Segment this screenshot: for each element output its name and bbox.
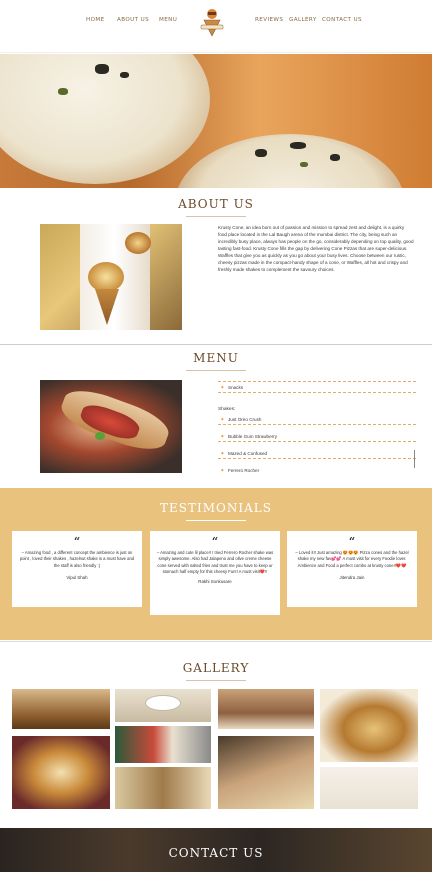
quote-icon: “	[348, 535, 356, 548]
testimonial-text: – Loved it!! Just amazing 😍😍😍 Pizza cone…	[295, 550, 409, 568]
nav-menu[interactable]: MENU	[159, 17, 177, 23]
menu-item-shake[interactable]: Mazed & Confused	[218, 448, 416, 459]
testimonial-author: Jitendra Jain	[339, 574, 365, 580]
hero-banner-image	[0, 54, 432, 188]
testimonial-author: Vipul Shah	[66, 574, 88, 580]
about-description: Krusty Cone, an idea born out of passion…	[218, 225, 414, 272]
section-divider	[0, 641, 432, 642]
gallery-title: GALLERY	[0, 661, 432, 675]
menu-item-shake[interactable]: Ferrero Rocher	[218, 465, 416, 476]
testimonial-card: “ – Amazing and cute lil place!! I tried…	[150, 531, 280, 615]
contact-title: CONTACT US	[168, 846, 264, 860]
menu-item-snacks[interactable]: Snacks	[218, 382, 416, 393]
nav-home[interactable]: HOME	[86, 17, 105, 23]
testimonial-text: – Amazing and cute lil place!! I tried F…	[156, 550, 274, 574]
quote-icon: “	[211, 535, 219, 548]
menu-wrap-image	[40, 380, 182, 473]
menu-list: Snacks Shakes: Just Oreo Crush Bubble Gu…	[218, 380, 416, 476]
about-cone-pizza-image	[40, 224, 182, 330]
nav-contact-us[interactable]: CONTACT US	[322, 17, 362, 23]
nav-reviews[interactable]: REVIEWS	[255, 17, 283, 23]
gallery-image[interactable]	[115, 689, 211, 722]
section-divider	[0, 344, 432, 345]
gallery-image[interactable]	[320, 689, 418, 762]
testimonial-card: “ – Amazing food , a different concept t…	[12, 531, 142, 607]
gallery-image[interactable]	[218, 736, 314, 809]
nav-divider	[0, 52, 432, 53]
gallery-image[interactable]	[320, 767, 418, 809]
gallery-image[interactable]	[218, 689, 314, 729]
gallery-image[interactable]	[12, 736, 110, 809]
quote-icon: “	[73, 535, 81, 548]
gallery-image[interactable]	[12, 689, 110, 729]
gallery-image[interactable]	[115, 726, 211, 763]
menu-item-shake[interactable]: Just Oreo Crush	[218, 414, 416, 425]
menu-title: MENU	[0, 351, 432, 365]
about-title: ABOUT US	[0, 197, 432, 211]
testimonial-text: – Amazing food , a different concept the…	[19, 550, 135, 568]
krusty-cone-logo-icon[interactable]	[198, 6, 226, 42]
menu-scrollbar[interactable]	[414, 450, 415, 468]
nav-about-us[interactable]: ABOUT US	[117, 17, 149, 23]
menu-shakes-heading: Shakes:	[218, 407, 236, 412]
nav-gallery[interactable]: GALLERY	[289, 17, 317, 23]
menu-item-shake[interactable]: Bubble Gum Strawberry	[218, 431, 416, 442]
testimonial-card: “ – Loved it!! Just amazing 😍😍😍 Pizza co…	[287, 531, 417, 607]
gallery-image[interactable]	[115, 767, 211, 809]
top-nav: HOME ABOUT US MENU REVIEWS GALLERY CONTA…	[0, 0, 432, 52]
testimonials-title: TESTIMONIALS	[0, 501, 432, 515]
testimonial-author: Rakhi Sonkusare	[198, 579, 232, 585]
